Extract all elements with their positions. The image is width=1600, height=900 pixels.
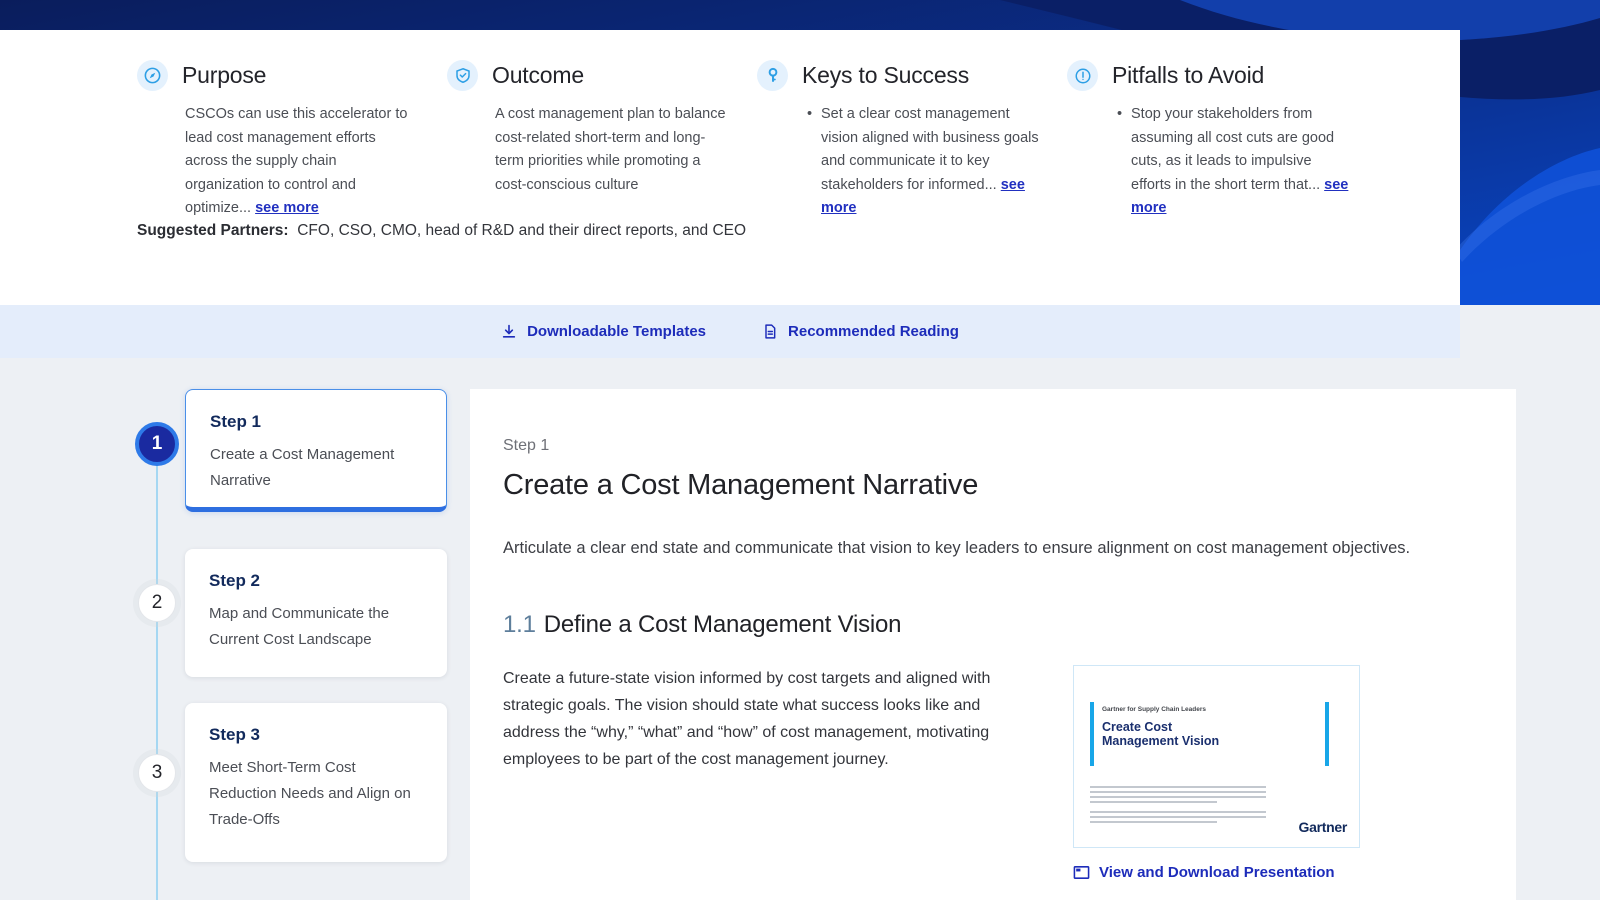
view-download-presentation-label: View and Download Presentation bbox=[1099, 864, 1335, 881]
keys-to-success-column: Keys to Success Set a clear cost managem… bbox=[757, 60, 1067, 221]
step-card-1[interactable]: Step 1 Create a Cost Management Narrativ… bbox=[185, 389, 447, 512]
step-badge-number: 3 bbox=[151, 762, 163, 783]
section-title: Define a Cost Management Vision bbox=[543, 611, 902, 638]
column-text: Set a clear cost management vision align… bbox=[805, 103, 1039, 221]
hero-columns: Purpose CSCOs can use this accelerator t… bbox=[137, 60, 1377, 221]
step-title: Map and Communicate the Current Cost Lan… bbox=[209, 605, 390, 648]
presentation-icon bbox=[1073, 866, 1090, 879]
column-title: Purpose bbox=[182, 62, 267, 88]
step-label: Step 3 bbox=[209, 725, 261, 744]
recommended-reading-label: Recommended Reading bbox=[788, 323, 959, 340]
hero-card: Purpose CSCOs can use this accelerator t… bbox=[0, 30, 1460, 305]
slide-eyebrow: Gartner for Supply Chain Leaders bbox=[1102, 706, 1207, 713]
main-panel: Step 1 Create a Cost Management Narrativ… bbox=[470, 389, 1516, 900]
column-title: Keys to Success bbox=[802, 62, 970, 88]
download-icon bbox=[502, 324, 516, 338]
section-body: Create a future-state vision informed by… bbox=[503, 670, 991, 768]
intro-text: Articulate a clear end state and communi… bbox=[503, 539, 1411, 557]
column-title: Outcome bbox=[492, 62, 584, 88]
column-text: CSCOs can use this accelerator to lead c… bbox=[185, 103, 419, 221]
step-title: Meet Short-Term Cost Reduction Needs and… bbox=[209, 759, 411, 828]
suggested-partners-text: CFO, CSO, CMO, head of R&D and their dir… bbox=[297, 222, 747, 239]
purpose-column: Purpose CSCOs can use this accelerator t… bbox=[137, 60, 447, 221]
column-title: Pitfalls to Avoid bbox=[1112, 62, 1265, 88]
step-label: Step 2 bbox=[209, 571, 261, 590]
page-title: Create a Cost Management Narrative bbox=[503, 469, 979, 501]
step-eyebrow: Step 1 bbox=[503, 437, 550, 454]
alert-octagon-icon bbox=[1067, 60, 1098, 91]
presentation-thumbnail[interactable]: Gartner for Supply Chain Leaders Create … bbox=[1073, 665, 1360, 848]
media-column: Gartner for Supply Chain Leaders Create … bbox=[1073, 665, 1360, 881]
compass-icon bbox=[137, 60, 168, 91]
suggested-partners: Suggested Partners: CFO, CSO, CMO, head … bbox=[137, 222, 746, 240]
column-text: Stop your stakeholders from assuming all… bbox=[1115, 103, 1349, 221]
view-download-presentation-link[interactable]: View and Download Presentation bbox=[1073, 864, 1360, 881]
shield-check-icon bbox=[447, 60, 478, 91]
links-bar: Downloadable Templates Recommended Readi… bbox=[0, 305, 1460, 358]
outcome-column: Outcome A cost management plan to balanc… bbox=[447, 60, 757, 221]
step-label: Step 1 bbox=[210, 412, 262, 431]
step-badge-2[interactable]: 2 bbox=[138, 584, 176, 622]
step-badge-number: 2 bbox=[151, 592, 163, 613]
gartner-wordmark: Gartner bbox=[1298, 819, 1348, 835]
column-text-content: Stop your stakeholders from assuming all… bbox=[1131, 106, 1335, 193]
column-text-content: A cost management plan to balance cost-r… bbox=[495, 106, 726, 193]
slide-accent-bar-left bbox=[1090, 702, 1094, 766]
slide-fineprint bbox=[1090, 786, 1266, 826]
downloadable-templates-link[interactable]: Downloadable Templates bbox=[501, 323, 706, 340]
pitfalls-column: Pitfalls to Avoid Stop your stakeholders… bbox=[1067, 60, 1377, 221]
slide-accent-bar-right bbox=[1325, 702, 1329, 766]
step-badge-number: 1 bbox=[151, 433, 163, 454]
suggested-partners-label: Suggested Partners: bbox=[137, 222, 289, 239]
key-icon bbox=[757, 60, 788, 91]
step-badge-1[interactable]: 1 bbox=[135, 422, 179, 466]
recommended-reading-link[interactable]: Recommended Reading bbox=[762, 323, 959, 340]
section-number: 1.1 bbox=[503, 611, 536, 638]
step-card-3[interactable]: Step 3 Meet Short-Term Cost Reduction Ne… bbox=[185, 703, 447, 862]
step-card-2[interactable]: Step 2 Map and Communicate the Current C… bbox=[185, 549, 447, 677]
document-icon bbox=[765, 324, 776, 339]
step-connector-line bbox=[156, 444, 158, 900]
section-heading: 1.1 Define a Cost Management Vision bbox=[503, 611, 1486, 639]
step-badge-3[interactable]: 3 bbox=[138, 754, 176, 792]
downloadable-templates-label: Downloadable Templates bbox=[527, 323, 707, 340]
step-title: Create a Cost Management Narrative bbox=[210, 446, 395, 489]
slide-title: Create Cost Management Vision bbox=[1102, 720, 1220, 748]
see-more-link[interactable]: see more bbox=[255, 200, 319, 216]
column-text: A cost management plan to balance cost-r… bbox=[495, 103, 729, 197]
